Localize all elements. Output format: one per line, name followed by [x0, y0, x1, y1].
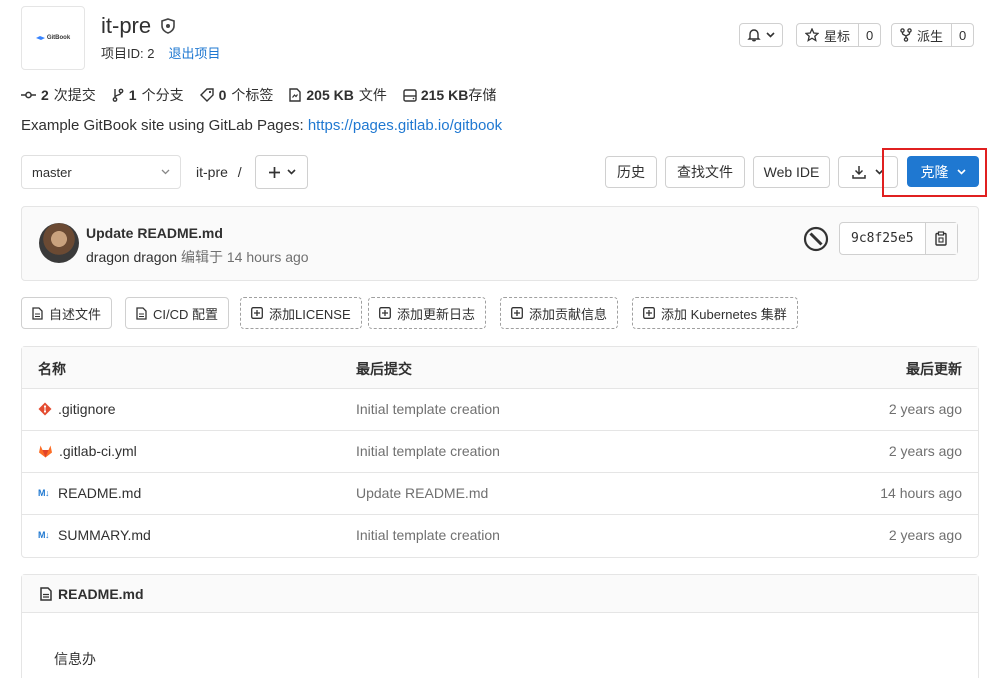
markdown-icon: M↓	[38, 488, 50, 498]
branch-select[interactable]: master	[21, 155, 181, 189]
breadcrumb-project[interactable]: it-pre	[196, 164, 228, 180]
branch-icon	[112, 88, 124, 102]
star-button[interactable]: 星标 0	[796, 23, 882, 47]
add-license-button[interactable]: 添加LICENSE	[240, 297, 362, 329]
chevron-down-icon	[286, 169, 296, 175]
notification-dropdown[interactable]	[739, 23, 783, 47]
table-row[interactable]: .gitignore Initial template creation 2 y…	[22, 389, 978, 431]
project-avatar[interactable]: GitBook	[21, 6, 85, 70]
tag-icon	[199, 88, 214, 102]
commit-meta: dragon dragon 编辑于 14 hours ago	[86, 249, 309, 265]
file-icon	[289, 88, 302, 102]
files-stat[interactable]: 205 KB 文件	[289, 85, 387, 105]
file-commit-message[interactable]: Update README.md	[356, 485, 488, 501]
file-updated: 2 years ago	[888, 443, 962, 459]
add-dropdown-button[interactable]	[255, 155, 308, 189]
file-commit-message[interactable]: Initial template creation	[356, 527, 500, 543]
find-file-button[interactable]: 查找文件	[665, 156, 745, 188]
canceled-status-icon	[803, 226, 829, 252]
web-ide-button[interactable]: Web IDE	[753, 156, 830, 188]
readme-content: 信息办	[54, 651, 96, 667]
plus-icon	[268, 166, 280, 178]
commit-author[interactable]: dragon dragon	[86, 249, 177, 265]
file-commit-message[interactable]: Initial template creation	[356, 443, 500, 459]
table-row[interactable]: .gitlab-ci.yml Initial template creation…	[22, 431, 978, 473]
star-icon	[805, 28, 819, 42]
plus-square-icon	[643, 307, 655, 319]
plus-square-icon	[379, 307, 391, 319]
bell-icon	[747, 29, 761, 42]
readme-header: README.md	[22, 575, 978, 613]
readme-shortcut-button[interactable]: 自述文件	[21, 297, 113, 329]
gitlab-icon	[39, 445, 52, 458]
file-name[interactable]: .gitlab-ci.yml	[59, 443, 137, 459]
header-name: 名称	[38, 361, 66, 377]
add-changelog-button[interactable]: 添加更新日志	[368, 297, 487, 329]
file-name[interactable]: SUMMARY.md	[58, 527, 151, 543]
fork-count[interactable]: 0	[951, 24, 973, 46]
history-button[interactable]: 历史	[605, 156, 657, 188]
pages-link[interactable]: https://pages.gitlab.io/gitbook	[308, 117, 502, 134]
project-subline: 项目ID: 2 退出项目	[101, 43, 220, 62]
star-count[interactable]: 0	[858, 24, 880, 46]
project-id: 项目ID: 2	[101, 46, 155, 61]
tags-stat[interactable]: 0 个标签	[199, 85, 273, 105]
commit-title[interactable]: Update README.md	[86, 225, 223, 241]
clipboard-icon	[935, 231, 947, 246]
add-contributing-button[interactable]: 添加贡献信息	[500, 297, 619, 329]
doc-icon	[40, 586, 52, 601]
table-header: 名称 最后提交 最后更新	[22, 347, 978, 389]
book-icon	[35, 36, 45, 40]
copy-sha-button[interactable]	[924, 223, 957, 254]
plus-square-icon	[511, 307, 523, 319]
branches-stat[interactable]: 1 个分支	[112, 85, 184, 105]
file-updated: 2 years ago	[888, 527, 962, 543]
commit-sha[interactable]: 9c8f25e5	[840, 223, 925, 254]
readme-panel: README.md 信息办	[21, 574, 979, 678]
readme-title[interactable]: README.md	[58, 586, 144, 602]
project-name[interactable]: it-pre	[101, 13, 151, 39]
last-commit-panel: Update README.md dragon dragon 编辑于 14 ho…	[21, 206, 979, 281]
file-name[interactable]: README.md	[58, 485, 141, 501]
file-name[interactable]: .gitignore	[58, 401, 116, 417]
commit-time: 14 hours ago	[226, 249, 309, 265]
table-row[interactable]: M↓ SUMMARY.md Initial template creation …	[22, 515, 978, 557]
gitbook-logo: GitBook	[35, 35, 70, 41]
commits-stat[interactable]: 2 次提交	[21, 85, 96, 105]
shield-icon	[161, 18, 175, 34]
add-kubernetes-button[interactable]: 添加 Kubernetes 集群	[632, 297, 798, 329]
pipeline-status-icon[interactable]	[803, 226, 829, 252]
project-stats: 2 次提交 1 个分支 0 个标签 205 KB 文件 215 KB 存储	[21, 85, 496, 105]
commit-sha-group: 9c8f25e5	[839, 222, 958, 255]
header-last-commit: 最后提交	[356, 361, 412, 377]
plus-square-icon	[251, 307, 263, 319]
fork-icon	[900, 28, 912, 42]
markdown-icon: M↓	[38, 530, 50, 540]
file-commit-message[interactable]: Initial template creation	[356, 401, 500, 417]
storage-stat[interactable]: 215 KB 存储	[403, 85, 496, 105]
storage-icon	[403, 88, 417, 102]
doc-icon	[136, 306, 147, 320]
chevron-down-icon	[161, 169, 170, 175]
project-title-row: it-pre	[101, 13, 175, 39]
author-avatar[interactable]	[39, 223, 79, 263]
header-last-update: 最后更新	[906, 361, 962, 377]
download-icon	[852, 166, 866, 179]
doc-icon	[32, 306, 43, 320]
file-table: 名称 最后提交 最后更新 .gitignore Initial template…	[21, 346, 979, 558]
file-updated: 2 years ago	[888, 401, 962, 417]
chevron-down-icon	[766, 32, 775, 38]
git-icon	[38, 402, 52, 416]
fork-button[interactable]: 派生 0	[891, 23, 975, 47]
leave-project-link[interactable]: 退出项目	[168, 43, 220, 62]
cicd-shortcut-button[interactable]: CI/CD 配置	[125, 297, 230, 329]
commit-icon	[21, 91, 36, 99]
project-description: Example GitBook site using GitLab Pages:…	[21, 117, 503, 134]
breadcrumb: it-pre /	[196, 164, 242, 180]
highlight-box	[882, 148, 987, 197]
table-row[interactable]: M↓ README.md Update README.md 14 hours a…	[22, 473, 978, 515]
file-updated: 14 hours ago	[880, 485, 962, 501]
